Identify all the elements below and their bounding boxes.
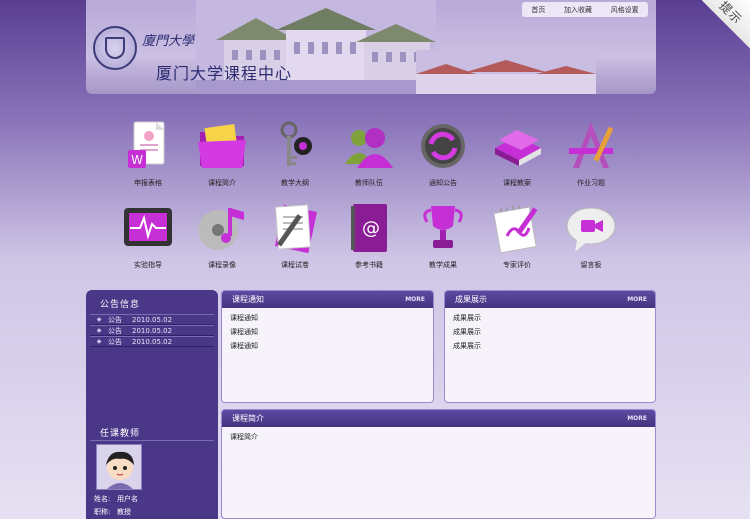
calligraphy-logo: 廈門大學 xyxy=(142,34,195,49)
books-icon xyxy=(495,130,541,166)
course-notice-panel: 课程通知 MORE 课程通知 课程通知 课程通知 xyxy=(221,290,434,403)
icon-label: 课程简介 xyxy=(208,179,236,187)
icon-label: 留言板 xyxy=(580,261,602,269)
announcement-item[interactable]: ◆ 公告 2010.05.02 xyxy=(90,314,214,325)
icon-teaching-achievements[interactable]: 教学成果 xyxy=(407,200,479,270)
icon-reference-books[interactable]: @ 参考书籍 xyxy=(333,200,405,270)
icon-syllabus[interactable]: 教学大纲 xyxy=(259,118,331,188)
word-document-icon: W xyxy=(128,121,165,168)
teacher-rank: 教授 xyxy=(117,508,132,516)
panel-body: 课程通知 课程通知 课程通知 xyxy=(222,308,433,356)
teacher-name-row: 姓名: 用户名 xyxy=(94,495,139,503)
list-item[interactable]: 课程通知 xyxy=(230,339,425,353)
folder-icon xyxy=(198,124,246,168)
more-link[interactable]: MORE xyxy=(405,296,425,303)
list-item[interactable]: 成果展示 xyxy=(453,311,647,325)
teacher-avatar[interactable] xyxy=(96,444,142,490)
monitor-icon xyxy=(124,208,172,246)
video-chat-icon xyxy=(566,207,616,252)
site-title: 厦门大学课程中心 xyxy=(156,64,293,83)
site-header: 廈門大學 厦门大学课程中心 首页 加入收藏 风格设置 xyxy=(86,0,656,94)
trophy-icon xyxy=(423,206,463,248)
icon-label: 参考书籍 xyxy=(355,261,383,269)
svg-text:@: @ xyxy=(362,218,380,239)
icon-label: 通知公告 xyxy=(429,179,457,187)
top-nav: 首页 加入收藏 风格设置 xyxy=(522,2,648,17)
course-intro-text: 课程简介 xyxy=(230,433,258,441)
nav-home-link[interactable]: 首页 xyxy=(531,5,545,15)
list-item[interactable]: 课程通知 xyxy=(230,325,425,339)
panel-title: 课程简介 xyxy=(232,414,264,423)
panel-header: 课程简介 MORE xyxy=(222,410,655,427)
panel-header: 成果展示 MORE xyxy=(445,291,655,308)
teacher-rank-row: 职称: 教授 xyxy=(94,508,132,516)
announcement-item[interactable]: ◆ 公告 2010.05.02 xyxy=(90,325,214,336)
refresh-icon xyxy=(421,124,465,168)
icon-course-video[interactable]: 课程录像 xyxy=(186,200,258,270)
icon-message-board[interactable]: 留言板 xyxy=(555,200,627,270)
divider xyxy=(90,440,214,441)
icon-label: 课程录像 xyxy=(208,261,236,269)
icon-application-forms[interactable]: W 申报表格 xyxy=(112,118,184,188)
icon-notices[interactable]: 通知公告 xyxy=(407,118,479,188)
address-book-icon: @ xyxy=(351,204,387,252)
icon-label: 教学大纲 xyxy=(281,179,309,187)
campus-rooftops-image xyxy=(416,50,596,94)
panel-body: 课程简介 xyxy=(222,427,655,447)
list-item[interactable]: 成果展示 xyxy=(453,339,647,353)
cartoon-avatar-icon xyxy=(97,445,141,489)
course-intro-panel: 课程简介 MORE 课程简介 xyxy=(221,409,656,519)
svg-text:W: W xyxy=(131,153,143,167)
diamond-bullet-icon: ◆ xyxy=(96,316,102,323)
drafting-tools-icon xyxy=(569,122,614,168)
more-link[interactable]: MORE xyxy=(627,415,647,422)
icon-exam-papers[interactable]: 课程试卷 xyxy=(259,200,331,270)
icon-course-intro[interactable]: 课程简介 xyxy=(186,118,258,188)
nav-bookmark-link[interactable]: 加入收藏 xyxy=(564,5,592,15)
announcement-item[interactable]: ◆ 公告 2010.05.02 xyxy=(90,336,214,347)
icon-lab-guide[interactable]: 实验指导 xyxy=(112,200,184,270)
panel-header: 课程通知 MORE xyxy=(222,291,433,308)
icon-label: 课程教案 xyxy=(503,179,531,187)
users-icon xyxy=(345,128,393,168)
icon-label: 课程试卷 xyxy=(281,261,309,269)
icon-lesson-plans[interactable]: 课程教案 xyxy=(481,118,553,188)
announcements-title: 公告信息 xyxy=(100,300,141,310)
teacher-title: 任课教师 xyxy=(100,429,141,439)
left-sidebar: 公告信息 ◆ 公告 2010.05.02 ◆ 公告 2010.05.02 ◆ 公… xyxy=(86,290,218,519)
diamond-bullet-icon: ◆ xyxy=(96,327,102,334)
panel-title: 课程通知 xyxy=(232,295,264,304)
icon-expert-review[interactable]: 专家评价 xyxy=(481,200,553,270)
university-seal-logo xyxy=(93,26,137,70)
icon-teachers[interactable]: 教师队伍 xyxy=(333,118,405,188)
keys-icon xyxy=(280,121,312,166)
icon-homework[interactable]: 作业习题 xyxy=(555,118,627,188)
diamond-bullet-icon: ◆ xyxy=(96,338,102,345)
icon-label: 实验指导 xyxy=(134,261,162,269)
music-disc-icon xyxy=(198,208,244,250)
icon-label: 申报表格 xyxy=(134,179,162,187)
icon-label: 作业习题 xyxy=(577,179,605,187)
panel-title: 成果展示 xyxy=(455,295,487,304)
icon-label: 教学成果 xyxy=(429,261,457,269)
nav-style-settings-link[interactable]: 风格设置 xyxy=(611,5,639,15)
teacher-name: 用户名 xyxy=(117,495,139,503)
pen-paper-icon xyxy=(275,204,317,254)
list-item[interactable]: 课程通知 xyxy=(230,311,425,325)
more-link[interactable]: MORE xyxy=(627,296,647,303)
list-item[interactable]: 成果展示 xyxy=(453,325,647,339)
panel-body: 成果展示 成果展示 成果展示 xyxy=(445,308,655,356)
icon-label: 教师队伍 xyxy=(355,179,383,187)
notepad-icon xyxy=(493,205,538,254)
announcement-list: ◆ 公告 2010.05.02 ◆ 公告 2010.05.02 ◆ 公告 201… xyxy=(90,314,214,347)
achievements-panel: 成果展示 MORE 成果展示 成果展示 成果展示 xyxy=(444,290,656,403)
icon-label: 专家评价 xyxy=(503,261,531,269)
